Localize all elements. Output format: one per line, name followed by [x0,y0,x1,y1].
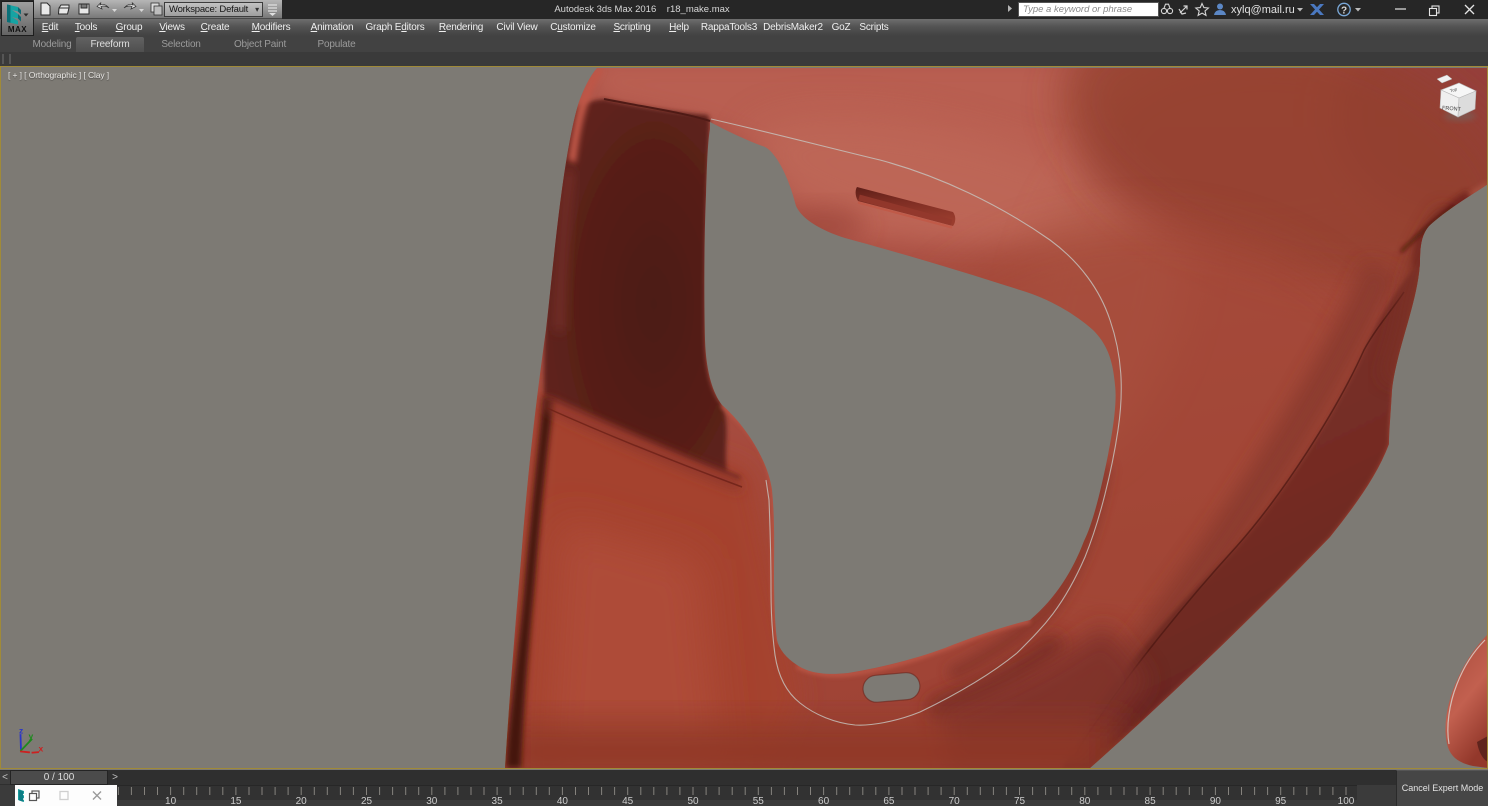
svg-text:30: 30 [426,796,438,806]
svg-text:75: 75 [1014,796,1026,806]
svg-text:35: 35 [492,796,504,806]
svg-text:90: 90 [1210,796,1222,806]
svg-text:15: 15 [230,796,242,806]
svg-text:50: 50 [687,796,699,806]
svg-text:x: x [39,744,44,754]
svg-text:25: 25 [361,796,373,806]
svg-text:xylq@mail.ru: xylq@mail.ru [1231,4,1295,16]
svg-text:85: 85 [1145,796,1157,806]
svg-text:10: 10 [165,796,177,806]
svg-text:?: ? [1341,6,1347,17]
svg-text:z: z [19,726,23,736]
svg-text:40: 40 [557,796,569,806]
svg-text:70: 70 [949,796,961,806]
svg-text:80: 80 [1079,796,1091,806]
svg-text:20: 20 [296,796,308,806]
svg-text:45: 45 [622,796,634,806]
svg-text:y: y [29,731,34,741]
svg-text:60: 60 [818,796,830,806]
svg-text:65: 65 [883,796,895,806]
svg-text:55: 55 [753,796,765,806]
svg-text:95: 95 [1275,796,1287,806]
svg-text:100: 100 [1338,796,1355,806]
